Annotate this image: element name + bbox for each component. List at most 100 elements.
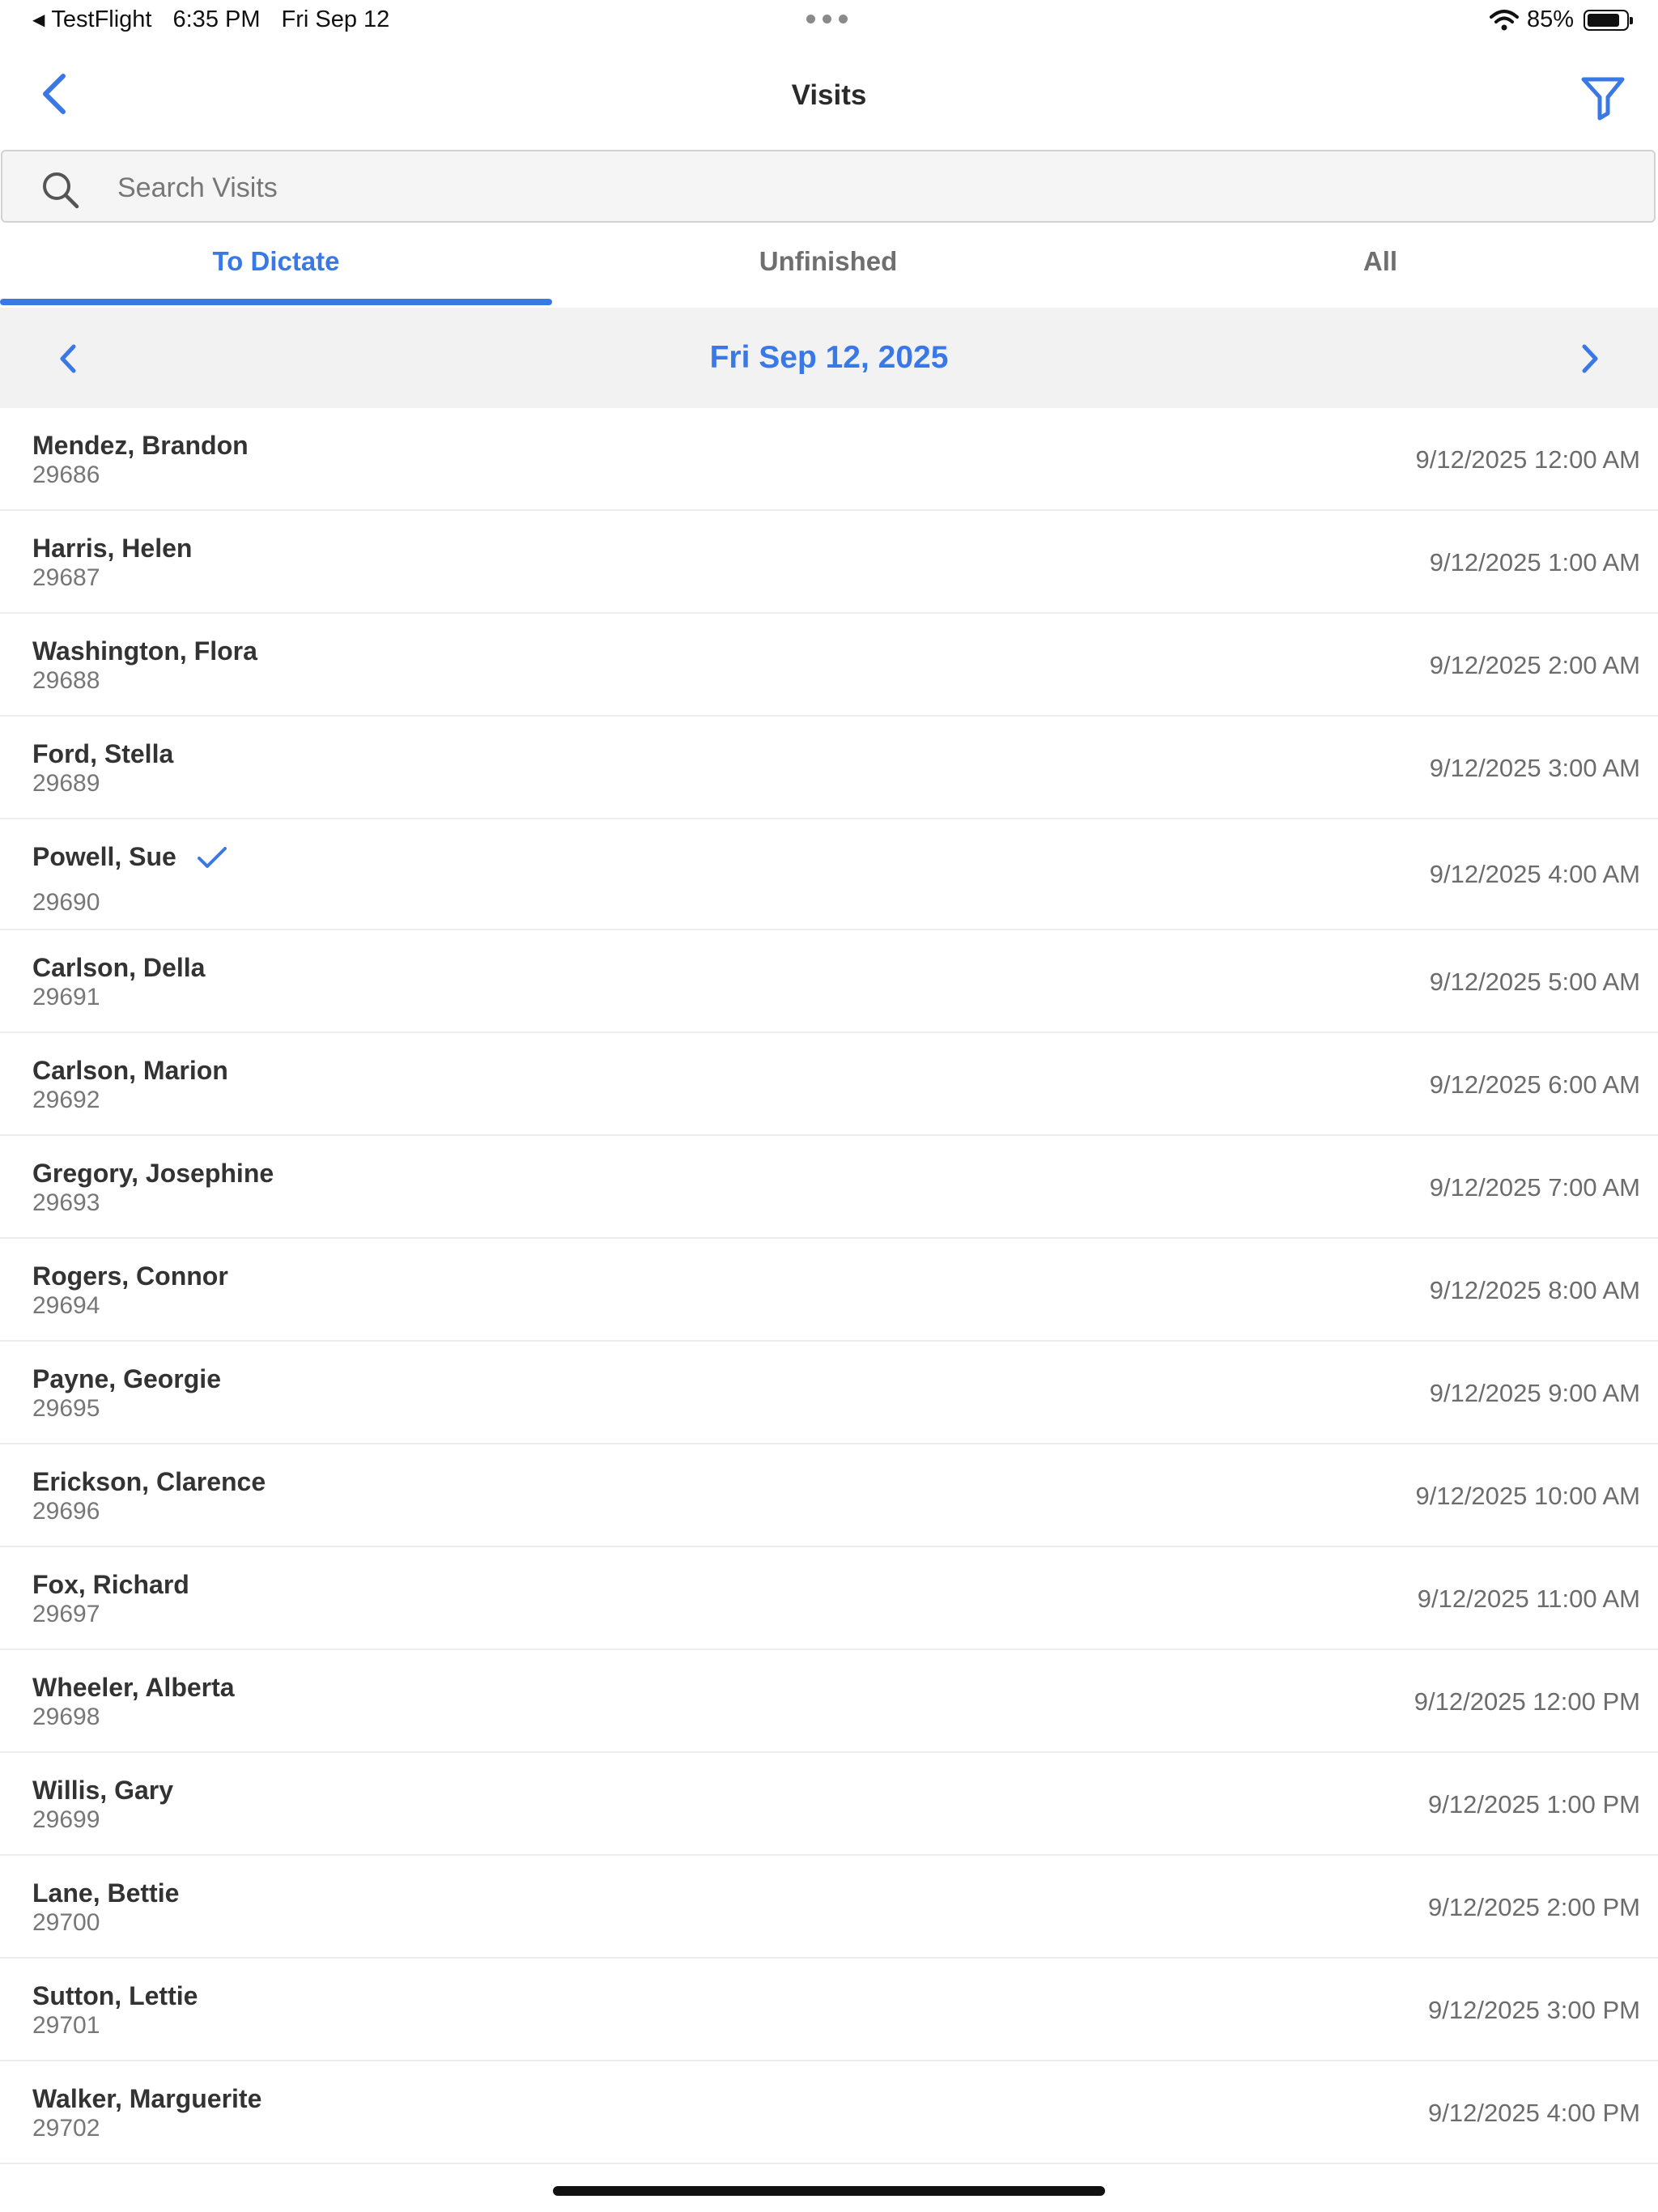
active-tab-indicator [0, 299, 552, 305]
back-to-app-label[interactable]: TestFlight [51, 6, 151, 33]
current-date: Fri Sep 12, 2025 [709, 340, 949, 375]
tab-unfinished[interactable]: Unfinished [552, 225, 1104, 306]
patient-name: Ford, Stella [32, 739, 173, 769]
patient-name: Mendez, Brandon [32, 431, 249, 461]
status-time: 6:35 PM [172, 6, 261, 32]
patient-id: 29688 [32, 667, 100, 694]
visit-time: 9/12/2025 6:00 AM [1429, 1070, 1640, 1099]
status-date: Fri Sep 12 [281, 6, 390, 32]
patient-name: Payne, Georgie [32, 1364, 221, 1394]
list-item[interactable]: Powell, Sue 29690 9/12/2025 4:00 AM [0, 819, 1658, 930]
patient-id: 29701 [32, 2012, 100, 2039]
patient-name: Sutton, Lettie [32, 1981, 198, 2011]
visit-time: 9/12/2025 7:00 AM [1429, 1173, 1640, 1202]
search-input[interactable] [116, 163, 1617, 213]
patient-name: Carlson, Marion [32, 1056, 228, 1086]
status-bar: ◀ TestFlight 6:35 PM Fri Sep 12 85% [0, 0, 1658, 45]
search-icon [43, 172, 79, 209]
patient-id: 29690 [32, 889, 100, 916]
patient-name-text: Mendez, Brandon [32, 431, 249, 460]
patient-name-text: Payne, Georgie [32, 1364, 221, 1393]
list-item[interactable]: Walker, Marguerite 29702 9/12/2025 4:00 PM [0, 2061, 1658, 2164]
patient-name-text: Gregory, Josephine [32, 1159, 274, 1188]
patient-name: Wheeler, Alberta [32, 1673, 235, 1703]
patient-id: 29695 [32, 1395, 100, 1422]
date-navigator: Fri Sep 12, 2025 [0, 308, 1658, 408]
list-item[interactable]: Rogers, Connor 29694 9/12/2025 8:00 AM [0, 1239, 1658, 1342]
patient-id: 29687 [32, 564, 100, 591]
patient-name-text: Ford, Stella [32, 739, 174, 768]
patient-name-text: Harris, Helen [32, 534, 193, 563]
patient-name-text: Wheeler, Alberta [32, 1673, 235, 1702]
visit-time: 9/12/2025 4:00 PM [1428, 2099, 1640, 2127]
patient-name: Lane, Bettie [32, 1878, 179, 1908]
patient-id: 29692 [32, 1087, 100, 1113]
page-title: Visits [791, 79, 867, 111]
status-bar-left: ◀ TestFlight 6:35 PM Fri Sep 12 [32, 6, 389, 33]
patient-id: 29686 [32, 462, 100, 488]
patient-name-text: Walker, Marguerite [32, 2084, 262, 2113]
patient-name: Washington, Flora [32, 636, 257, 666]
visit-time: 9/12/2025 2:00 AM [1429, 651, 1640, 679]
list-item[interactable]: Carlson, Marion 29692 9/12/2025 6:00 AM [0, 1033, 1658, 1136]
patient-name: Gregory, Josephine [32, 1159, 274, 1189]
list-item[interactable]: Fox, Richard 29697 9/12/2025 11:00 AM [0, 1547, 1658, 1650]
visit-time: 9/12/2025 9:00 AM [1429, 1379, 1640, 1407]
back-to-app-icon[interactable]: ◀ [32, 10, 45, 30]
visit-time: 9/12/2025 8:00 AM [1429, 1276, 1640, 1304]
wifi-icon [1489, 9, 1519, 30]
chevron-right-icon [1582, 344, 1598, 373]
patient-name: Willis, Gary [32, 1776, 173, 1806]
home-indicator[interactable] [553, 2186, 1105, 2196]
patient-name: Erickson, Clarence [32, 1467, 266, 1497]
visit-time: 9/12/2025 11:00 AM [1417, 1585, 1640, 1613]
patient-id: 29697 [32, 1601, 100, 1627]
patient-id: 29689 [32, 770, 100, 797]
patient-name-text: Carlson, Marion [32, 1056, 228, 1085]
patient-name-text: Erickson, Clarence [32, 1467, 266, 1496]
list-item[interactable]: Carlson, Della 29691 9/12/2025 5:00 AM [0, 930, 1658, 1033]
filter-button[interactable] [1579, 73, 1627, 121]
tab-all[interactable]: All [1104, 225, 1656, 306]
tab-to-dictate[interactable]: To Dictate [0, 225, 552, 306]
visit-time: 9/12/2025 1:00 AM [1429, 548, 1640, 576]
next-day-button[interactable] [1574, 338, 1606, 379]
list-item[interactable]: Harris, Helen 29687 9/12/2025 1:00 AM [0, 511, 1658, 614]
patient-id: 29693 [32, 1189, 100, 1216]
patient-name: Fox, Richard [32, 1570, 189, 1600]
list-item[interactable]: Washington, Flora 29688 9/12/2025 2:00 AM [0, 614, 1658, 717]
list-item[interactable]: Willis, Gary 29699 9/12/2025 1:00 PM [0, 1753, 1658, 1856]
list-item[interactable]: Mendez, Brandon 29686 9/12/2025 12:00 AM [0, 408, 1658, 511]
patient-name: Powell, Sue [32, 842, 228, 872]
visit-time: 9/12/2025 3:00 PM [1428, 1996, 1640, 2024]
patient-name-text: Sutton, Lettie [32, 1981, 198, 2010]
list-item[interactable]: Gregory, Josephine 29693 9/12/2025 7:00 AM [0, 1136, 1658, 1239]
patient-id: 29698 [32, 1704, 100, 1730]
patient-name-text: Fox, Richard [32, 1570, 189, 1599]
list-item[interactable]: Payne, Georgie 29695 9/12/2025 9:00 AM [0, 1342, 1658, 1444]
visit-time: 9/12/2025 2:00 PM [1428, 1893, 1640, 1921]
patient-name-text: Carlson, Della [32, 953, 206, 982]
patient-id: 29694 [32, 1292, 100, 1319]
segment-tabs: To Dictate Unfinished All [0, 225, 1658, 306]
patient-name-text: Willis, Gary [32, 1776, 173, 1805]
list-item[interactable]: Erickson, Clarence 29696 9/12/2025 10:00 A… [0, 1444, 1658, 1547]
list-item[interactable]: Sutton, Lettie 29701 9/12/2025 3:00 PM [0, 1959, 1658, 2061]
visit-time: 9/12/2025 4:00 AM [1429, 860, 1640, 888]
patient-id: 29702 [32, 2115, 100, 2142]
list-item[interactable]: Ford, Stella 29689 9/12/2025 3:00 AM [0, 717, 1658, 819]
patient-name: Rogers, Connor [32, 1261, 228, 1291]
visit-list: Mendez, Brandon 29686 9/12/2025 12:00 AM Ha… [0, 408, 1658, 2164]
patient-name: Walker, Marguerite [32, 2084, 261, 2114]
visit-time: 9/12/2025 12:00 AM [1415, 445, 1640, 474]
multitasking-dots-icon[interactable] [806, 15, 848, 23]
list-item[interactable]: Wheeler, Alberta 29698 9/12/2025 12:00 PM [0, 1650, 1658, 1753]
patient-id: 29700 [32, 1909, 100, 1936]
visit-time: 9/12/2025 12:00 PM [1414, 1687, 1640, 1716]
list-item[interactable]: Lane, Bettie 29700 9/12/2025 2:00 PM [0, 1856, 1658, 1959]
patient-name: Harris, Helen [32, 534, 192, 564]
visit-time: 9/12/2025 1:00 PM [1428, 1790, 1640, 1819]
visit-time: 9/12/2025 10:00 AM [1415, 1482, 1640, 1510]
navigation-bar: Visits [0, 45, 1658, 149]
battery-percent: 85% [1526, 6, 1574, 32]
